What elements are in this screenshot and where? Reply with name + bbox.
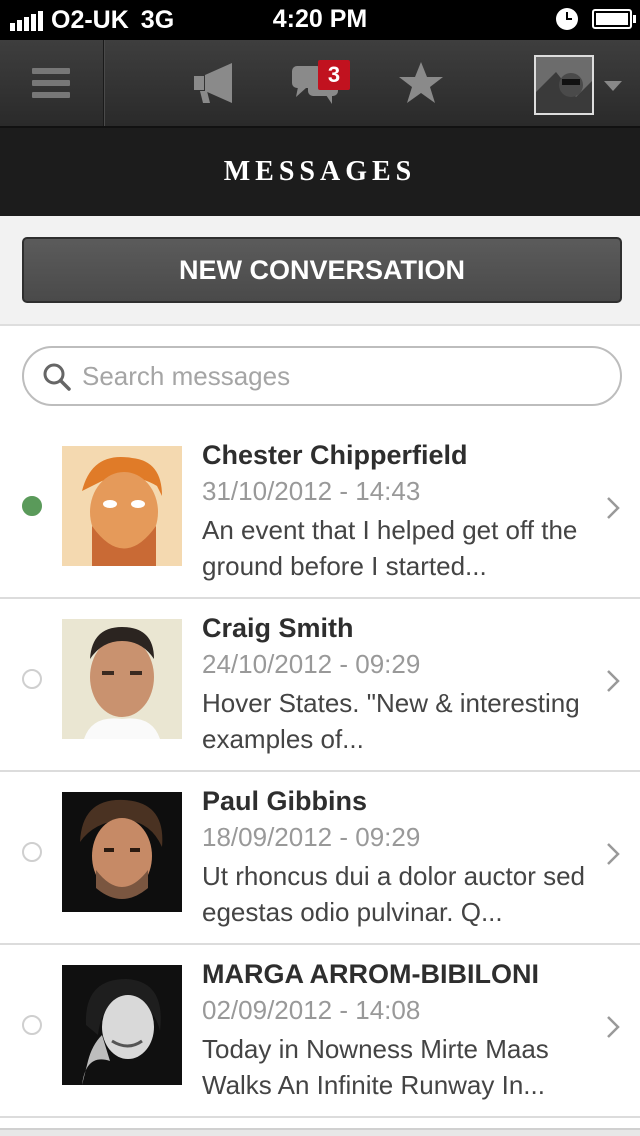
chevron-right-icon — [607, 1016, 620, 1038]
status-time: 4:20 PM — [272, 5, 368, 33]
chevron-right-icon — [607, 670, 620, 692]
avatar — [62, 792, 182, 912]
page-title-bar: MESSAGES — [0, 128, 640, 216]
chevron-down-icon[interactable] — [604, 81, 622, 91]
message-snippet: Today in Nowness Mirte Maas Walks An Inf… — [202, 1034, 549, 1100]
sender-name: MARGA ARROM-BIBILONI — [202, 959, 539, 989]
messages-badge: 3 — [318, 60, 350, 90]
list-bottom-edge — [0, 1128, 640, 1136]
list-item[interactable]: Paul Gibbins 18/09/2012 - 09:29 Ut rhonc… — [0, 772, 640, 945]
clock-icon — [556, 8, 578, 30]
list-item[interactable]: Chester Chipperfield 31/10/2012 - 14:43 … — [0, 426, 640, 599]
message-snippet: Ut rhoncus dui a dolor auctor sed egesta… — [202, 861, 585, 927]
message-date: 18/09/2012 - 09:29 — [202, 822, 421, 852]
profile-avatar[interactable] — [534, 55, 594, 115]
search-box[interactable] — [22, 346, 622, 406]
read-indicator — [22, 669, 42, 689]
new-conversation-button[interactable]: NEW CONVERSATION — [22, 237, 622, 303]
list-item[interactable]: Craig Smith 24/10/2012 - 09:29 Hover Sta… — [0, 599, 640, 772]
battery-icon — [592, 9, 636, 29]
menu-icon[interactable] — [0, 40, 104, 126]
status-bar: O2-UK 3G 4:20 PM — [0, 0, 640, 40]
star-icon[interactable] — [396, 60, 446, 106]
search-input[interactable] — [82, 348, 602, 404]
megaphone-icon[interactable] — [192, 60, 242, 106]
message-snippet: Hover States. "New & interesting example… — [202, 688, 580, 754]
message-date: 02/09/2012 - 14:08 — [202, 995, 421, 1025]
sender-name: Paul Gibbins — [202, 786, 368, 816]
conversation-list: Chester Chipperfield 31/10/2012 - 14:43 … — [0, 426, 640, 1118]
message-snippet: An event that I helped get off the groun… — [202, 515, 578, 581]
avatar — [62, 446, 182, 566]
message-date: 24/10/2012 - 09:29 — [202, 649, 421, 679]
chevron-right-icon — [607, 843, 620, 865]
read-indicator — [22, 842, 42, 862]
action-area: NEW CONVERSATION — [0, 216, 640, 326]
read-indicator — [22, 1015, 42, 1035]
page-title: MESSAGES — [223, 156, 417, 187]
unread-indicator — [22, 496, 42, 516]
search-icon — [43, 363, 71, 391]
sender-name: Craig Smith — [202, 613, 354, 643]
list-item[interactable]: MARGA ARROM-BIBILONI 02/09/2012 - 14:08 … — [0, 945, 640, 1118]
avatar — [62, 965, 182, 1085]
message-date: 31/10/2012 - 14:43 — [202, 476, 421, 506]
avatar — [62, 619, 182, 739]
chevron-right-icon — [607, 497, 620, 519]
sender-name: Chester Chipperfield — [202, 440, 468, 470]
